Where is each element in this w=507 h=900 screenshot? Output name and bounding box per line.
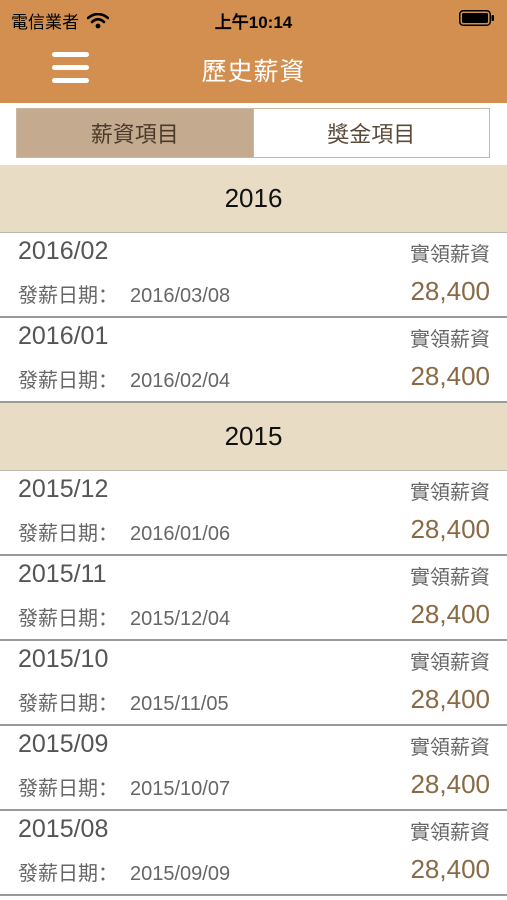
net-pay-label: 實領薪資: [410, 737, 490, 759]
payroll-row[interactable]: 2015/12 實領薪資發薪日期： 2016/01/06 28,400: [0, 471, 507, 556]
salary-month: 2015/10: [18, 645, 109, 673]
pay-date-group: 發薪日期： 2015/11/05: [18, 687, 229, 716]
net-pay-amount: 28,400: [410, 769, 490, 799]
pay-date-value: 2015/11/05: [130, 693, 229, 715]
pay-date-group: 發薪日期： 2016/02/04: [18, 364, 230, 393]
pay-date-group: 發薪日期： 2015/09/09: [18, 857, 230, 886]
pay-date-group: 發薪日期： 2016/01/06: [18, 517, 230, 546]
net-pay-label: 實領薪資: [410, 482, 490, 504]
pay-date-value: 2015/10/07: [130, 778, 231, 800]
salary-month: 2015/09: [18, 730, 109, 758]
pay-date-label: 發薪日期：: [18, 285, 118, 307]
pay-date-value: 2016/01/06: [130, 523, 231, 545]
net-pay-label: 實領薪資: [410, 244, 490, 266]
segmented-control: 薪資項目 獎金項目: [16, 108, 490, 158]
net-pay-amount: 28,400: [410, 276, 490, 306]
pay-date-value: 2016/02/04: [130, 370, 231, 392]
pay-date-group: 發薪日期： 2015/10/07: [18, 772, 230, 801]
year-section-header: 2015: [0, 403, 507, 471]
payroll-row[interactable]: 2016/02 實領薪資發薪日期： 2016/03/08 28,400: [0, 233, 507, 318]
tab-bonus-items[interactable]: 獎金項目: [252, 109, 490, 157]
net-pay-amount: 28,400: [410, 684, 490, 714]
payroll-row[interactable]: 2015/11 實領薪資發薪日期： 2015/12/04 28,400: [0, 556, 507, 641]
pay-date-value: 2016/03/08: [130, 285, 231, 307]
salary-month: 2015/11: [18, 560, 107, 588]
tab-salary-items[interactable]: 薪資項目: [17, 109, 253, 157]
payroll-list[interactable]: 2016 2016/02 實領薪資 發薪日期： 2016/03/08 28,400 2016…: [0, 165, 507, 896]
pay-date-label: 發薪日期：: [18, 370, 118, 392]
pay-date-label: 發薪日期：: [18, 608, 118, 630]
pay-date-value: 2015/09/09: [130, 863, 231, 885]
net-pay-label: 實領薪資: [410, 329, 490, 351]
net-pay-label: 實領薪資: [410, 822, 490, 844]
nav-bar: 歷史薪資: [0, 38, 507, 103]
salary-month: 2015/08: [18, 815, 109, 843]
net-pay-amount: 28,400: [410, 599, 490, 629]
pay-date-label: 發薪日期：: [18, 863, 118, 885]
net-pay-amount: 28,400: [410, 361, 490, 391]
net-pay-label: 實領薪資: [410, 652, 490, 674]
pay-date-label: 發薪日期：: [18, 693, 118, 715]
payroll-row[interactable]: 2015/09 實領薪資發薪日期： 2015/10/07 28,400: [0, 726, 507, 811]
payroll-row[interactable]: 2015/10 實領薪資發薪日期： 2015/11/05 28,400: [0, 641, 507, 726]
salary-month: 2016/02: [18, 237, 109, 265]
status-time: 上午10:14: [214, 13, 293, 32]
pay-date-group: 發薪日期： 2016/03/08: [18, 279, 230, 308]
battery-icon: [459, 10, 495, 26]
payroll-row[interactable]: 2016/01 實領薪資發薪日期： 2016/02/04 28,400: [0, 318, 507, 403]
pay-date-label: 發薪日期：: [18, 778, 118, 800]
pay-date-label: 發薪日期：: [18, 523, 118, 545]
salary-month: 2015/12: [18, 475, 109, 503]
page-title: 歷史薪資: [201, 58, 306, 86]
pay-date-group: 發薪日期： 2015/12/04: [18, 602, 230, 631]
status-bar: 電信業者 上午10:14: [0, 0, 507, 38]
net-pay-amount: 28,400: [410, 854, 490, 884]
net-pay-label: 實領薪資: [410, 567, 490, 589]
payroll-row[interactable]: 2015/08 實領薪資發薪日期： 2015/09/09 28,400: [0, 811, 507, 896]
pay-date-value: 2015/12/04: [130, 608, 231, 630]
year-section-header: 2016: [0, 165, 507, 233]
salary-month: 2016/01: [18, 322, 109, 350]
net-pay-amount: 28,400: [410, 514, 490, 544]
app-screen: 電信業者 上午10:14 歷史薪資 薪資項目 獎金項目 2016 2016/02…: [0, 0, 507, 900]
app-header: 電信業者 上午10:14 歷史薪資: [0, 0, 507, 103]
